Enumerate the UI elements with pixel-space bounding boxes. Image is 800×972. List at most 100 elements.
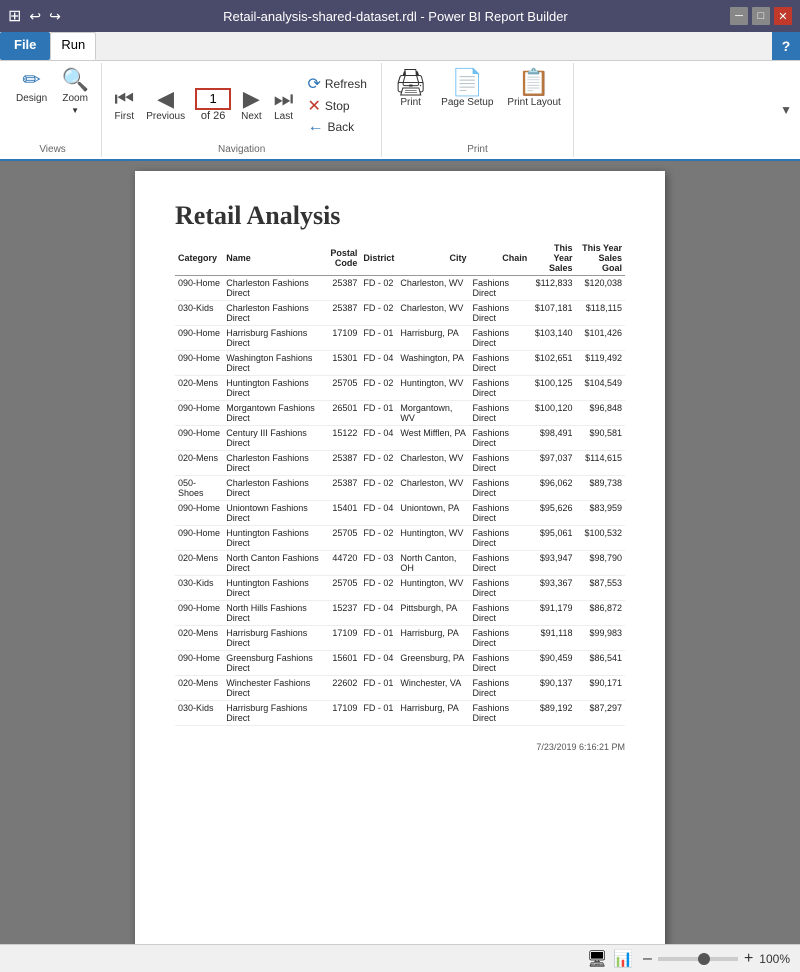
cell-chain: Fashions Direct (469, 551, 530, 576)
zoom-slider[interactable] (658, 957, 738, 961)
undo-btn[interactable]: ↩ (29, 8, 41, 25)
cell-postal: 15122 (327, 426, 360, 451)
table-row: 050-Shoes Charleston Fashions Direct 253… (175, 476, 625, 501)
table-row: 030-Kids Harrisburg Fashions Direct 1710… (175, 701, 625, 726)
zoom-label: Zoom (62, 93, 88, 104)
cell-name: Charleston Fashions Direct (223, 276, 327, 301)
cell-chain: Fashions Direct (469, 651, 530, 676)
cell-goal: $90,581 (575, 426, 625, 451)
tab-run[interactable]: Run (50, 32, 96, 60)
cell-postal: 25705 (327, 376, 360, 401)
zoom-level: 100% (759, 952, 790, 966)
cell-name: Harrisburg Fashions Direct (223, 626, 327, 651)
cell-district: FD - 02 (360, 301, 397, 326)
zoom-icon: 🔍 (61, 69, 88, 91)
cell-category: 090-Home (175, 426, 223, 451)
last-btn[interactable]: ⏭ Last (268, 83, 300, 126)
report-page: Retail Analysis Category Name PostalCode… (135, 171, 665, 944)
cell-name: Huntington Fashions Direct (223, 576, 327, 601)
cell-goal: $99,983 (575, 626, 625, 651)
print-layout-btn[interactable]: 📋 Print Layout (501, 67, 566, 110)
ribbon-content: ✏ Design 🔍 Zoom ▼ Views ⏮ First (0, 61, 800, 159)
cell-district: FD - 04 (360, 501, 397, 526)
table-row: 090-Home Charleston Fashions Direct 2538… (175, 276, 625, 301)
cell-chain: Fashions Direct (469, 376, 530, 401)
ribbon-group-views: ✏ Design 🔍 Zoom ▼ Views (4, 63, 102, 157)
cell-chain: Fashions Direct (469, 426, 530, 451)
close-btn[interactable]: ✕ (774, 7, 792, 25)
col-sales: This YearSales (530, 241, 575, 276)
first-btn[interactable]: ⏮ First (108, 83, 140, 126)
page-of-label: of 26 (201, 110, 225, 122)
cell-name: Washington Fashions Direct (223, 351, 327, 376)
stop-btn[interactable]: ✕ Stop (303, 95, 370, 117)
cell-district: FD - 02 (360, 276, 397, 301)
cell-postal: 25387 (327, 301, 360, 326)
cell-chain: Fashions Direct (469, 526, 530, 551)
print-layout-label: Print Layout (507, 97, 560, 108)
views-group-label: Views (39, 144, 66, 157)
cell-category: 090-Home (175, 351, 223, 376)
ribbon-tab-bar: File Run ? (0, 32, 800, 61)
cell-sales: $96,062 (530, 476, 575, 501)
stop-label: Stop (325, 99, 350, 113)
cell-category: 090-Home (175, 326, 223, 351)
help-btn[interactable]: ? (772, 32, 800, 60)
cell-goal: $83,959 (575, 501, 625, 526)
previous-icon: ◀ (157, 87, 174, 111)
cell-city: Huntington, WV (397, 376, 469, 401)
zoom-btn[interactable]: 🔍 Zoom ▼ (55, 67, 95, 117)
cell-name: Century III Fashions Direct (223, 426, 327, 451)
previous-btn[interactable]: ◀ Previous (140, 83, 191, 126)
tab-file[interactable]: File (0, 32, 50, 60)
cell-goal: $96,848 (575, 401, 625, 426)
cell-name: Greensburg Fashions Direct (223, 651, 327, 676)
cell-sales: $103,140 (530, 326, 575, 351)
status-icon-2: 📊 (613, 949, 633, 969)
report-timestamp: 7/23/2019 6:16:21 PM (175, 742, 625, 752)
cell-goal: $120,038 (575, 276, 625, 301)
first-icon: ⏮ (114, 87, 134, 111)
minimize-btn[interactable]: ─ (730, 7, 748, 25)
cell-city: Washington, PA (397, 351, 469, 376)
cell-name: Morgantown Fashions Direct (223, 401, 327, 426)
refresh-btn[interactable]: ⟳ Refresh (303, 73, 370, 95)
next-btn[interactable]: ▶ Next (235, 83, 268, 126)
cell-category: 090-Home (175, 276, 223, 301)
cell-city: Harrisburg, PA (397, 326, 469, 351)
table-row: 030-Kids Charleston Fashions Direct 2538… (175, 301, 625, 326)
cell-city: Charleston, WV (397, 451, 469, 476)
cell-postal: 44720 (327, 551, 360, 576)
previous-label: Previous (146, 111, 185, 122)
nav-items: ⏮ First ◀ Previous 1 of 26 ▶ Next (108, 63, 375, 144)
nav-group-label: Navigation (218, 144, 265, 157)
cell-goal: $118,115 (575, 301, 625, 326)
cell-goal: $100,532 (575, 526, 625, 551)
status-icon-1: 🖥 (587, 949, 607, 969)
page-setup-btn[interactable]: 📄 Page Setup (435, 67, 499, 110)
maximize-btn[interactable]: □ (752, 7, 770, 25)
last-label: Last (274, 111, 293, 122)
cell-district: FD - 01 (360, 676, 397, 701)
ribbon-group-navigation: ⏮ First ◀ Previous 1 of 26 ▶ Next (102, 63, 382, 157)
design-label: Design (16, 93, 47, 104)
zoom-controls: – + 100% (641, 950, 790, 968)
cell-goal: $87,297 (575, 701, 625, 726)
cell-name: North Hills Fashions Direct (223, 601, 327, 626)
page-number-input[interactable]: 1 (195, 88, 231, 110)
zoom-out-btn[interactable]: – (641, 950, 654, 968)
table-row: 090-Home Uniontown Fashions Direct 15401… (175, 501, 625, 526)
ribbon-expand-btn[interactable]: ▼ (776, 63, 796, 157)
design-btn[interactable]: ✏ Design (10, 67, 53, 106)
back-btn[interactable]: ← Back (303, 117, 370, 137)
print-btn[interactable]: 🖨 Print (388, 67, 433, 110)
cell-postal: 22602 (327, 676, 360, 701)
redo-btn[interactable]: ↪ (49, 8, 61, 25)
cell-sales: $93,367 (530, 576, 575, 601)
page-input-area: 1 of 26 (191, 84, 235, 126)
zoom-in-btn[interactable]: + (742, 950, 755, 968)
cell-district: FD - 04 (360, 426, 397, 451)
cell-city: Pittsburgh, PA (397, 601, 469, 626)
cell-chain: Fashions Direct (469, 601, 530, 626)
cell-name: North Canton Fashions Direct (223, 551, 327, 576)
